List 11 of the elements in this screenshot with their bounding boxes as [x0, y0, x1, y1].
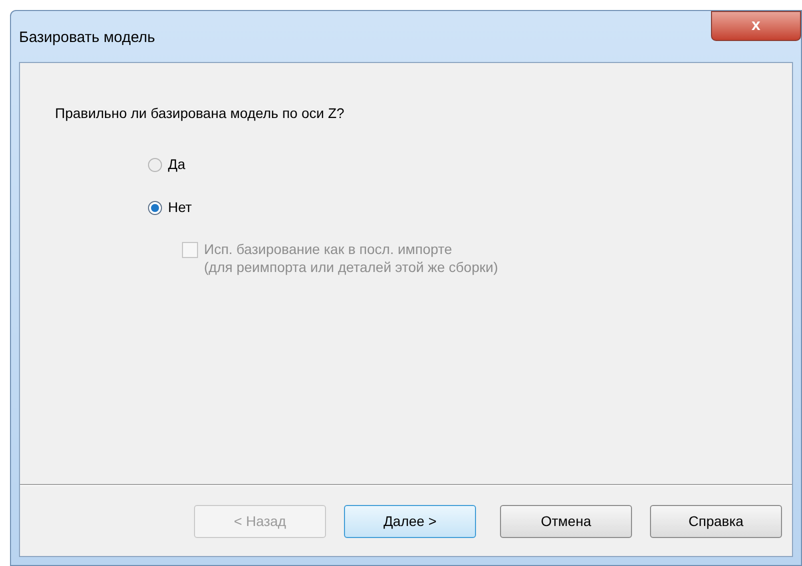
- checkbox-label: (для реимпорта или деталей этой же сборки): [204, 258, 498, 276]
- radio-button[interactable]: [148, 158, 162, 172]
- radio-button[interactable]: [148, 200, 162, 214]
- dialog-button[interactable]: Справка: [650, 504, 782, 538]
- dialog-button[interactable]: Отмена: [500, 504, 632, 538]
- window-title: Базировать модель: [19, 28, 156, 48]
- dialog-button[interactable]: Далее >: [344, 504, 476, 538]
- question-text: Правильно ли базирована модель по оси Z?: [55, 104, 346, 123]
- radio-label: Нет: [168, 198, 192, 217]
- radio-label: Да: [168, 155, 186, 174]
- checkbox-label: Исп. базирование как в посл. импорте: [204, 240, 454, 258]
